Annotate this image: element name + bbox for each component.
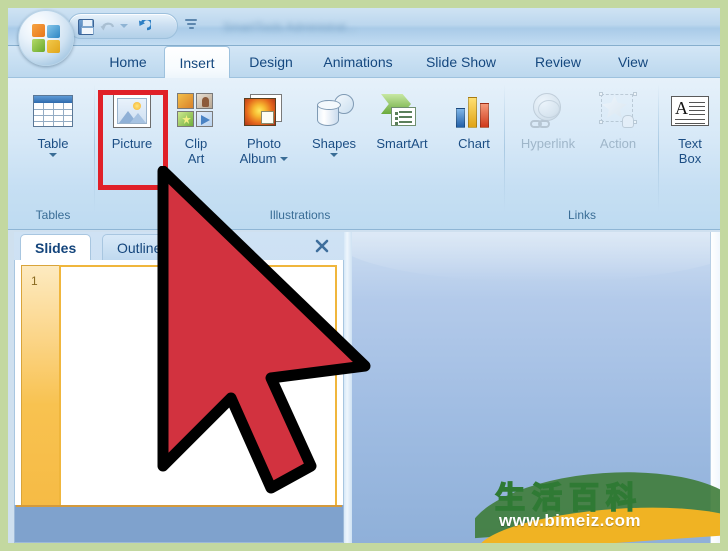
chart-button[interactable]: Chart	[442, 84, 506, 192]
hyperlink-button[interactable]: Hyperlink	[512, 84, 584, 192]
tab-slide-show[interactable]: Slide Show	[412, 46, 510, 78]
text-box-label-line1: Text	[678, 136, 702, 151]
action-button[interactable]: Action	[586, 84, 650, 192]
ribbon-tab-strip: Home Insert Design Animations Slide Show…	[8, 46, 720, 78]
action-icon	[597, 90, 639, 132]
save-button[interactable]	[76, 17, 96, 37]
office-logo-icon	[32, 24, 62, 54]
clip-art-label-line2: Art	[187, 151, 205, 166]
tab-view[interactable]: View	[604, 46, 662, 78]
text-box-label-line2: Box	[678, 151, 702, 166]
quick-access-toolbar	[68, 13, 178, 39]
tab-insert[interactable]: Insert	[164, 46, 230, 78]
action-label: Action	[599, 136, 637, 151]
group-separator	[658, 84, 659, 212]
hyperlink-label: Hyperlink	[520, 136, 576, 151]
title-bar: SmartTools Administrat...	[8, 8, 720, 66]
tab-slides[interactable]: Slides	[20, 234, 92, 260]
tab-review[interactable]: Review	[520, 46, 596, 78]
group-label-links: Links	[567, 208, 596, 222]
clip-art-icon	[175, 90, 217, 132]
photo-album-caret-icon	[280, 156, 289, 161]
shapes-icon	[313, 90, 355, 132]
photo-album-label-line2: Album	[239, 151, 277, 166]
group-separator	[504, 84, 505, 212]
chart-label: Chart	[458, 136, 490, 151]
tab-design[interactable]: Design	[236, 46, 306, 78]
window-title-blurred: SmartTools Administrat...	[223, 20, 356, 34]
picture-icon	[111, 90, 153, 132]
shapes-label: Shapes	[311, 136, 357, 151]
group-label-tables: Tables	[35, 208, 71, 222]
shapes-caret-icon	[330, 153, 338, 157]
workspace-sheen	[352, 232, 720, 282]
undo-icon	[100, 22, 115, 31]
undo-button[interactable]	[98, 17, 118, 37]
ribbon-group-links: Hyperlink Action Links	[508, 80, 656, 226]
slide-number: 1	[31, 274, 38, 288]
table-button[interactable]: Table	[21, 84, 85, 192]
office-orb-button[interactable]	[18, 10, 74, 66]
redo-icon	[139, 20, 151, 31]
text-box-icon: A	[669, 90, 711, 132]
undo-dropdown-button[interactable]	[118, 17, 130, 37]
save-icon	[78, 19, 94, 35]
customize-qat-button[interactable]	[183, 18, 199, 34]
slide-number-gutter: 1	[21, 265, 59, 507]
smartart-label: SmartArt	[376, 136, 428, 151]
ribbon-group-tables: Table Tables	[16, 80, 90, 226]
tab-animations[interactable]: Animations	[310, 46, 406, 78]
powerpoint-window: SmartTools Administrat... Home Insert De…	[8, 8, 720, 543]
watermark-url: www.bimeiz.com	[499, 511, 641, 530]
group-separator	[94, 84, 95, 212]
watermark: 生活百科 www.bimeiz.com	[475, 471, 720, 543]
pointer-cursor	[157, 166, 371, 494]
ribbon-group-text: A Text Box	[662, 80, 720, 226]
chevron-down-icon	[120, 24, 128, 28]
panel-bottom-strip	[14, 505, 344, 543]
table-label: Table	[37, 136, 69, 151]
chart-icon	[453, 90, 495, 132]
photo-album-icon	[243, 90, 285, 132]
text-box-button[interactable]: A Text Box	[662, 84, 718, 192]
redo-button[interactable]	[133, 17, 153, 37]
qat-chevron-icon	[185, 19, 197, 31]
clip-art-label-line1: Clip	[184, 136, 208, 151]
hyperlink-icon	[527, 90, 569, 132]
table-icon	[32, 90, 74, 132]
strip-accent-line	[16, 505, 342, 507]
tab-home[interactable]: Home	[96, 46, 160, 78]
table-caret-icon	[49, 153, 57, 157]
picture-label: Picture	[111, 136, 153, 151]
smartart-icon	[381, 90, 423, 132]
photo-album-label-line1: Photo	[247, 136, 281, 151]
